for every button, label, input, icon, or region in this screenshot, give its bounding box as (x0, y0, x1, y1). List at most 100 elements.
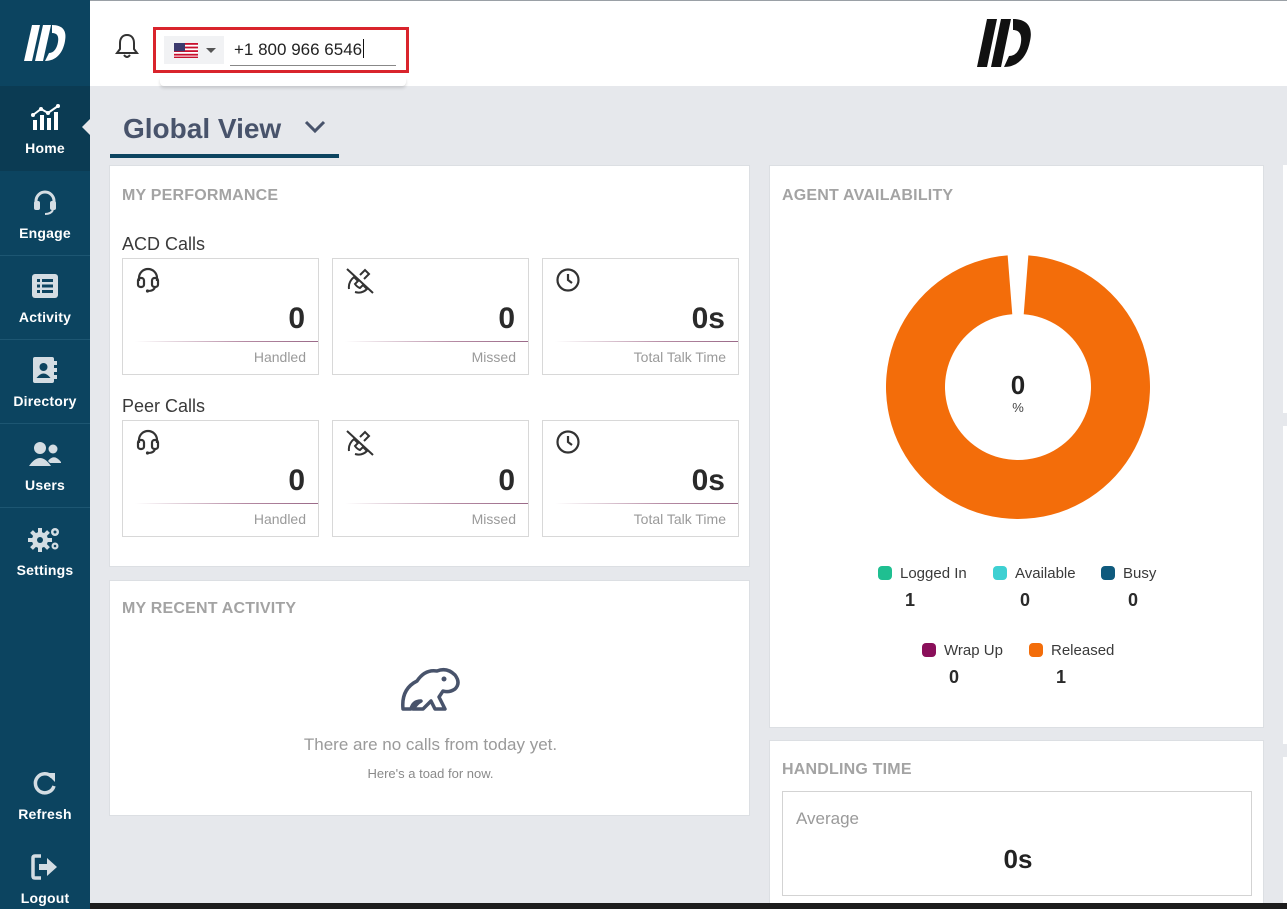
stat-caption: Missed (471, 511, 516, 527)
average-handling-box: Average 0s (782, 791, 1252, 896)
sidebar-item-users[interactable]: Users (0, 423, 90, 508)
legend-swatch (878, 566, 892, 580)
divider (135, 503, 318, 504)
sidebar-item-label: Engage (19, 225, 71, 241)
stat-caption: Handled (253, 349, 306, 365)
input-underline (230, 65, 396, 66)
sidebar-item-directory[interactable]: Directory (0, 339, 90, 424)
active-indicator (82, 119, 90, 135)
peer-handled-stat: 0 Handled (122, 420, 319, 537)
card-title: MY RECENT ACTIVITY (122, 600, 297, 617)
legend-swatch (1101, 566, 1115, 580)
acd-missed-stat: 0 Missed (332, 258, 529, 375)
stat-value: 0s (691, 302, 725, 335)
view-selector[interactable]: Global View (123, 113, 281, 145)
brand-logo (975, 17, 1033, 74)
sidebar-item-logout[interactable]: Logout (0, 836, 90, 909)
view-selector-underline (110, 154, 339, 158)
divider (555, 503, 738, 504)
legend-busy: Busy (1101, 565, 1156, 582)
logo-icon (977, 19, 1031, 67)
average-label: Average (796, 809, 860, 828)
headset-icon (136, 267, 160, 293)
donut-center-value: 0 (1010, 370, 1026, 400)
gears-icon (28, 528, 59, 552)
divider (555, 341, 738, 342)
legend-value: 0 (948, 667, 959, 687)
acd-calls-label: ACD Calls (122, 234, 206, 254)
bottom-edge (90, 903, 1287, 909)
notifications-button[interactable] (114, 32, 140, 65)
legend-swatch (993, 566, 1007, 580)
acd-talk-time-stat: 0s Total Talk Time (542, 258, 739, 375)
refresh-icon (33, 772, 56, 795)
missed-call-icon (346, 268, 374, 294)
toad-icon (401, 667, 460, 711)
stat-value: 0 (498, 302, 515, 335)
legend-available: Available (993, 565, 1076, 582)
stat-caption: Total Talk Time (633, 511, 726, 527)
card-title: HANDLING TIME (782, 761, 912, 778)
divider (345, 503, 528, 504)
logo-icon (24, 25, 66, 61)
legend-logged-in: Logged In (878, 565, 967, 582)
peer-missed-stat: 0 Missed (332, 420, 529, 537)
legend-value: 0 (1019, 590, 1030, 610)
phone-number-input[interactable]: +1 800 966 6546 (234, 39, 365, 60)
handling-time-card: HANDLING TIME Average 0s (769, 740, 1264, 909)
stat-caption: Handled (253, 511, 306, 527)
legend-value: 0 (1127, 590, 1138, 610)
sidebar-item-activity[interactable]: Activity (0, 255, 90, 340)
bell-icon (115, 33, 139, 58)
sidebar-item-settings[interactable]: Settings (0, 508, 90, 593)
stat-value: 0 (288, 464, 305, 497)
sidebar-item-refresh[interactable]: Refresh (0, 752, 90, 837)
my-performance-card: MY PERFORMANCE ACD Calls 0 Handled 0 Mis (109, 165, 750, 567)
chart-icon (31, 104, 60, 130)
sidebar-item-label: Logout (20, 890, 70, 906)
stat-caption: Missed (471, 349, 516, 365)
headset-icon (34, 190, 56, 215)
empty-state-subtext: Here's a toad for now. (367, 766, 494, 781)
dialer-dropdown-edge (160, 78, 406, 86)
peer-talk-time-stat: 0s Total Talk Time (542, 420, 739, 537)
stat-value: 0s (691, 464, 725, 497)
average-value: 0s (1003, 844, 1033, 874)
sidebar-item-label: Users (25, 477, 65, 493)
sidebar-item-label: Refresh (18, 806, 72, 822)
view-dropdown-button[interactable] (304, 120, 326, 139)
users-icon (29, 442, 61, 466)
headset-icon (136, 429, 160, 455)
us-flag-icon (174, 42, 198, 58)
legend-value: 1 (904, 590, 915, 610)
sidebar-item-home[interactable]: Home (0, 86, 90, 171)
card-title: AGENT AVAILABILITY (782, 187, 954, 204)
legend-swatch (1029, 643, 1043, 657)
missed-call-icon (346, 430, 374, 456)
sidebar: Home Engage Activity Directory Users Set… (0, 0, 90, 909)
phone-dialer: +1 800 966 6546 (153, 27, 409, 73)
sidebar-item-label: Activity (18, 309, 72, 325)
logout-icon (31, 854, 57, 880)
recent-activity-card: MY RECENT ACTIVITY There are no calls fr… (109, 580, 750, 816)
list-icon (32, 274, 58, 298)
stat-caption: Total Talk Time (633, 349, 726, 365)
peer-calls-label: Peer Calls (122, 396, 206, 416)
sidebar-item-label: Settings (16, 562, 74, 578)
clock-icon (556, 268, 580, 292)
country-selector[interactable] (164, 36, 224, 64)
app-logo[interactable] (0, 0, 90, 86)
acd-handled-stat: 0 Handled (122, 258, 319, 375)
legend-wrap-up: Wrap Up (922, 642, 1003, 659)
legend-released: Released (1029, 642, 1114, 659)
offscreen-card-edge (1283, 757, 1287, 903)
sidebar-item-label: Directory (13, 393, 77, 409)
legend-swatch (922, 643, 936, 657)
offscreen-card-edge (1283, 165, 1287, 413)
sidebar-item-engage[interactable]: Engage (0, 171, 90, 256)
card-title: MY PERFORMANCE (122, 187, 279, 204)
stat-value: 0 (288, 302, 305, 335)
donut-center-unit: % (1012, 400, 1024, 415)
legend-value: 1 (1055, 667, 1066, 687)
stat-value: 0 (498, 464, 515, 497)
